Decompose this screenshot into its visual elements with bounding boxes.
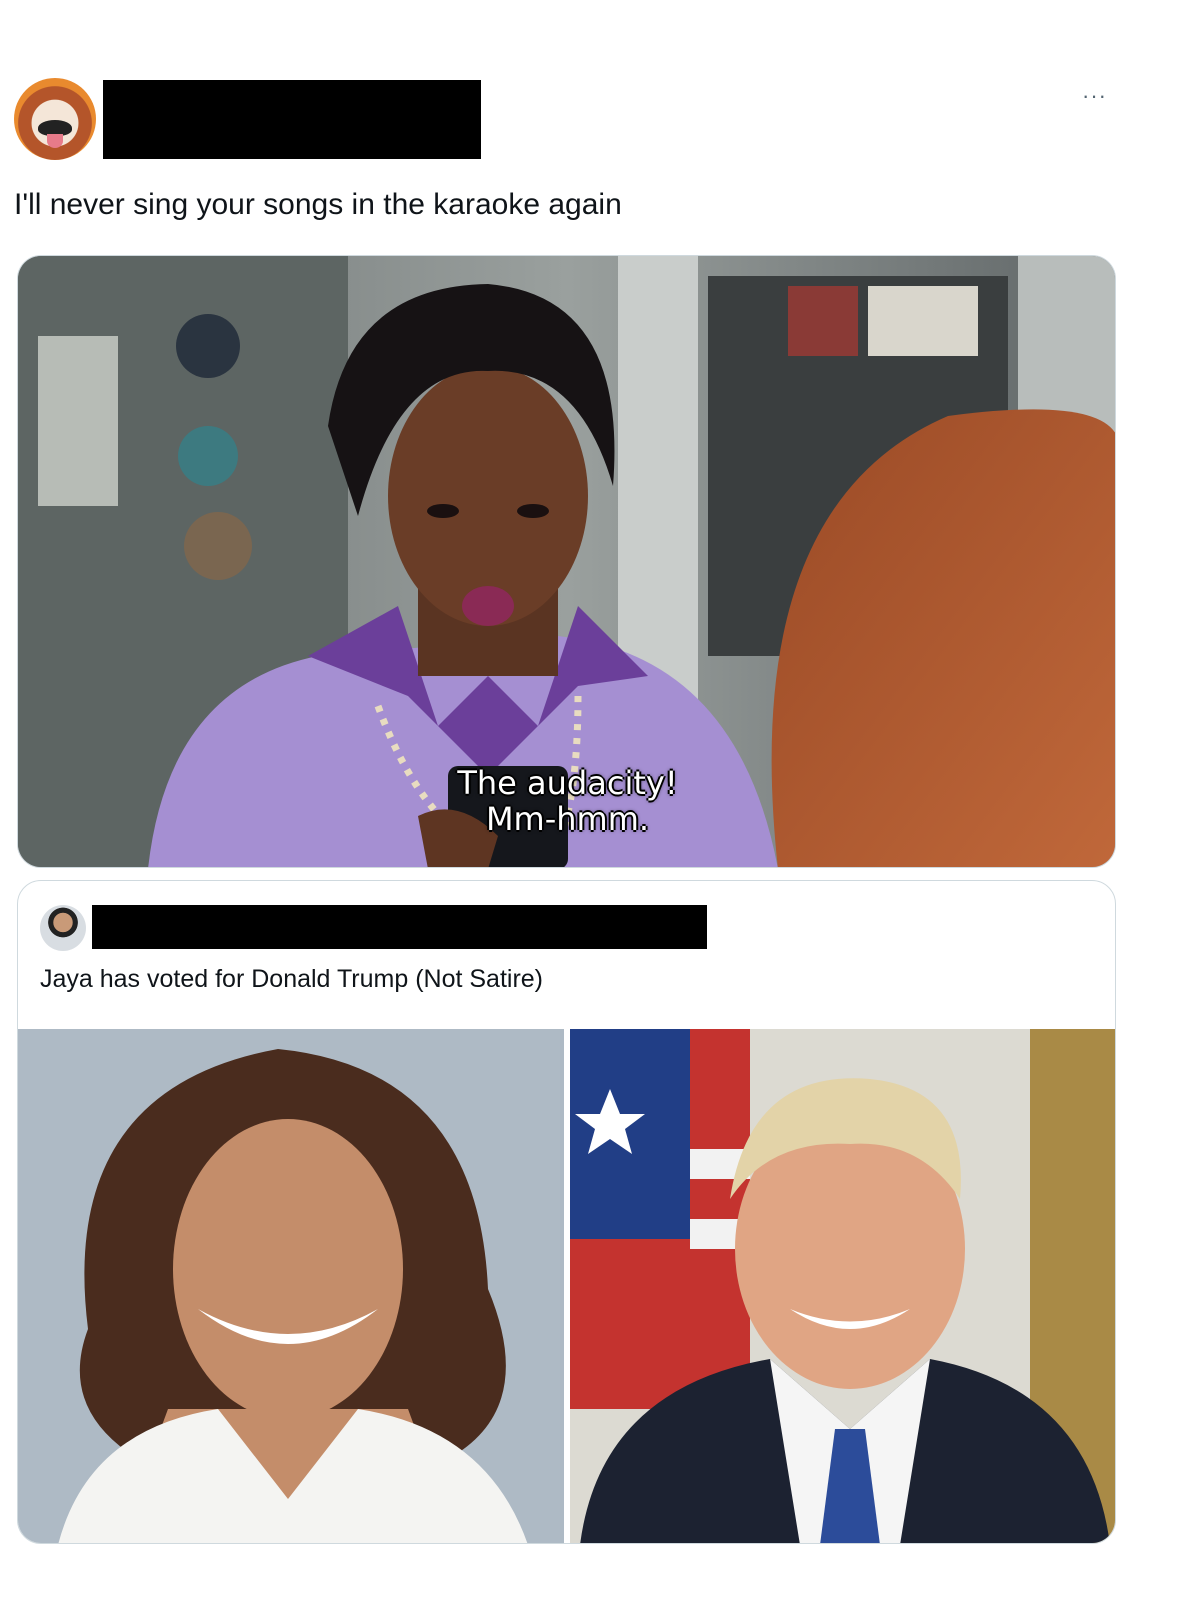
subtitle-line-1: The audacity! [457,764,678,802]
author-name-redacted [103,80,481,159]
tweet: ··· I'll never sing your songs in the ka… [0,0,1200,1618]
portrait-woman [18,1029,564,1543]
more-options-icon[interactable]: ··· [1082,85,1116,107]
portrait-man [570,1029,1115,1543]
avatar-dog-tongue [47,134,63,148]
tweet-text: I'll never sing your songs in the karaok… [14,188,622,221]
quoted-image-woman-portrait[interactable] [18,1029,564,1543]
tweet-media-image[interactable]: The audacity! Mm-hmm. [17,255,1116,868]
author-avatar[interactable] [14,78,96,160]
quoted-author-name-redacted [92,905,707,949]
quoted-tweet-text: Jaya has voted for Donald Trump (Not Sat… [40,965,544,993]
quoted-author-avatar [40,905,86,951]
quoted-tweet[interactable]: Jaya has voted for Donald Trump (Not Sat… [17,880,1116,1544]
subtitle-line-2: Mm-hmm. [485,800,650,838]
quoted-image-man-portrait[interactable] [570,1029,1115,1543]
